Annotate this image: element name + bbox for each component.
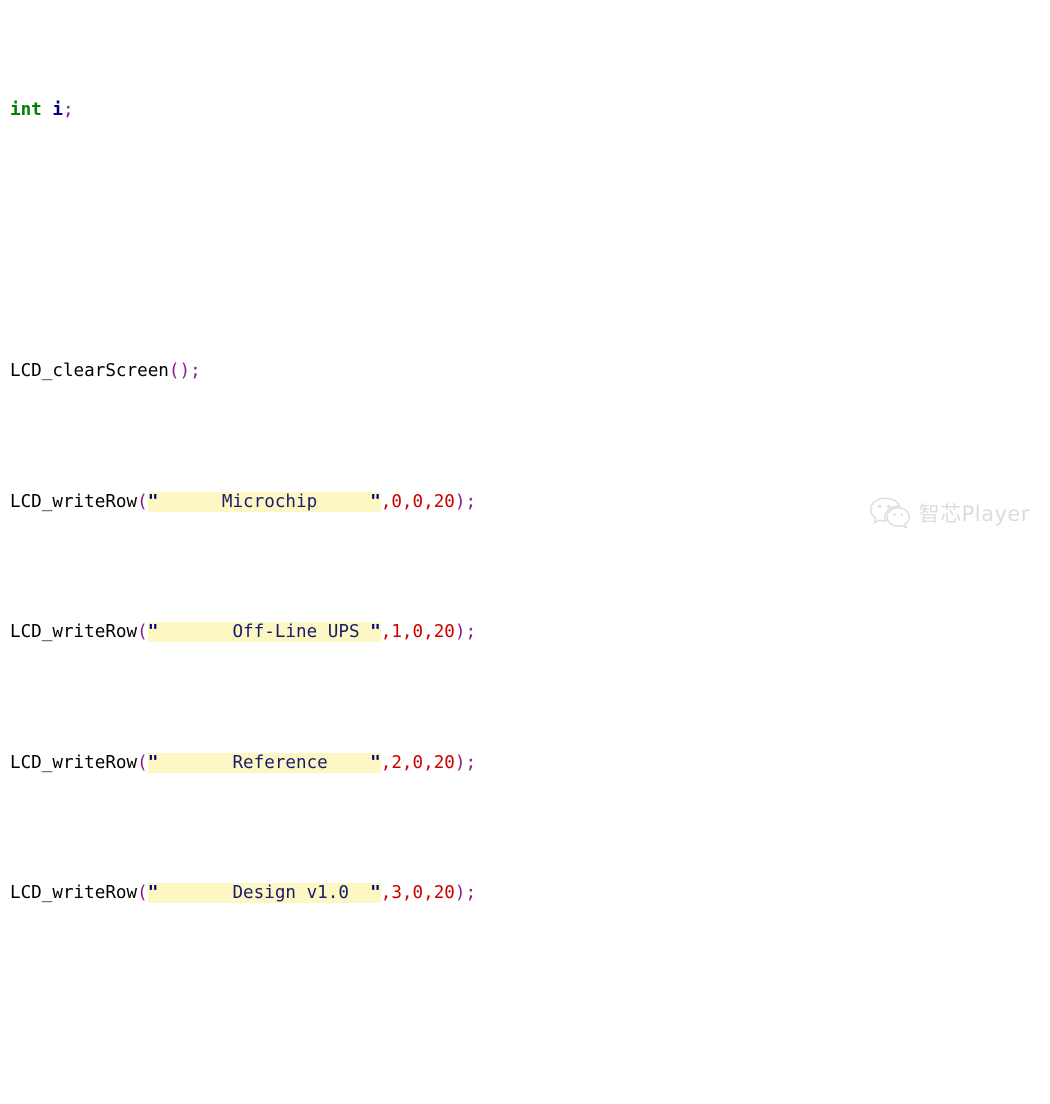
token-arguments: ,2,0,20: [380, 752, 455, 773]
token-paren-open: (: [137, 752, 148, 773]
token-paren-close: ): [454, 622, 466, 643]
token-semicolon: ;: [465, 752, 477, 773]
token-paren-close: ): [454, 883, 466, 904]
token-quote-open: ": [147, 752, 159, 773]
token-semicolon: ;: [465, 883, 477, 904]
watermark: 智芯Player: [869, 496, 1030, 530]
code-line: LCD_writeRow(" Off-Line UPS ",1,0,20);: [10, 619, 476, 645]
code-line: LCD_writeRow(" Reference ",2,0,20);: [10, 750, 476, 776]
token-semicolon: ;: [62, 100, 74, 121]
token-function-name: LCD_writeRow: [10, 491, 138, 512]
code-surface: int i; LCD_clearScreen(); LCD_writeRow("…: [0, 0, 1050, 904]
token-semicolon: ;: [465, 491, 477, 512]
token-string-literal: Microchip: [158, 491, 371, 512]
token-arguments: ,0,0,20: [380, 491, 455, 512]
watermark-text: 智芯Player: [918, 502, 1030, 526]
token-arguments: ,1,0,20: [380, 622, 455, 643]
token-quote-open: ": [147, 491, 159, 512]
token-string-literal: Design v1.0: [158, 883, 371, 904]
token-function-name: LCD_writeRow: [10, 883, 138, 904]
token-identifier: i: [52, 100, 63, 121]
token-paren-close: ): [454, 752, 466, 773]
token-quote-close: ": [370, 622, 381, 643]
token-quote-close: ": [370, 752, 381, 773]
token-quote-close: ": [370, 883, 381, 904]
token-paren-open: (: [137, 622, 148, 643]
token-quote-open: ": [147, 883, 159, 904]
code-line: int i;: [10, 97, 476, 123]
code-line: LCD_clearScreen();: [10, 358, 476, 384]
token-function-name: LCD_clearScreen: [10, 361, 169, 382]
token-function-name: LCD_writeRow: [10, 752, 138, 773]
token-paren-open: (: [137, 491, 148, 512]
token-paren-close: ): [179, 361, 191, 382]
token-paren-open: (: [168, 361, 180, 382]
code-line: LCD_writeRow(" Microchip ",0,0,20);: [10, 489, 476, 515]
token-arguments: ,3,0,20: [380, 883, 455, 904]
token-string-literal: Off-Line UPS: [158, 622, 371, 643]
token-quote-open: ": [147, 622, 159, 643]
token-string-literal: Reference: [158, 752, 371, 773]
wechat-icon: [869, 496, 911, 530]
code-line: LCD_writeRow(" Design v1.0 ",3,0,20);: [10, 880, 476, 906]
token-paren-open: (: [137, 883, 148, 904]
token-semicolon: ;: [190, 361, 201, 382]
token-quote-close: ": [370, 491, 381, 512]
token-keyword: int: [10, 100, 42, 121]
token-paren-close: ): [454, 491, 466, 512]
token-function-name: LCD_writeRow: [10, 622, 138, 643]
code-block[interactable]: int i; LCD_clearScreen(); LCD_writeRow("…: [10, 0, 476, 1104]
token-semicolon: ;: [465, 622, 477, 643]
